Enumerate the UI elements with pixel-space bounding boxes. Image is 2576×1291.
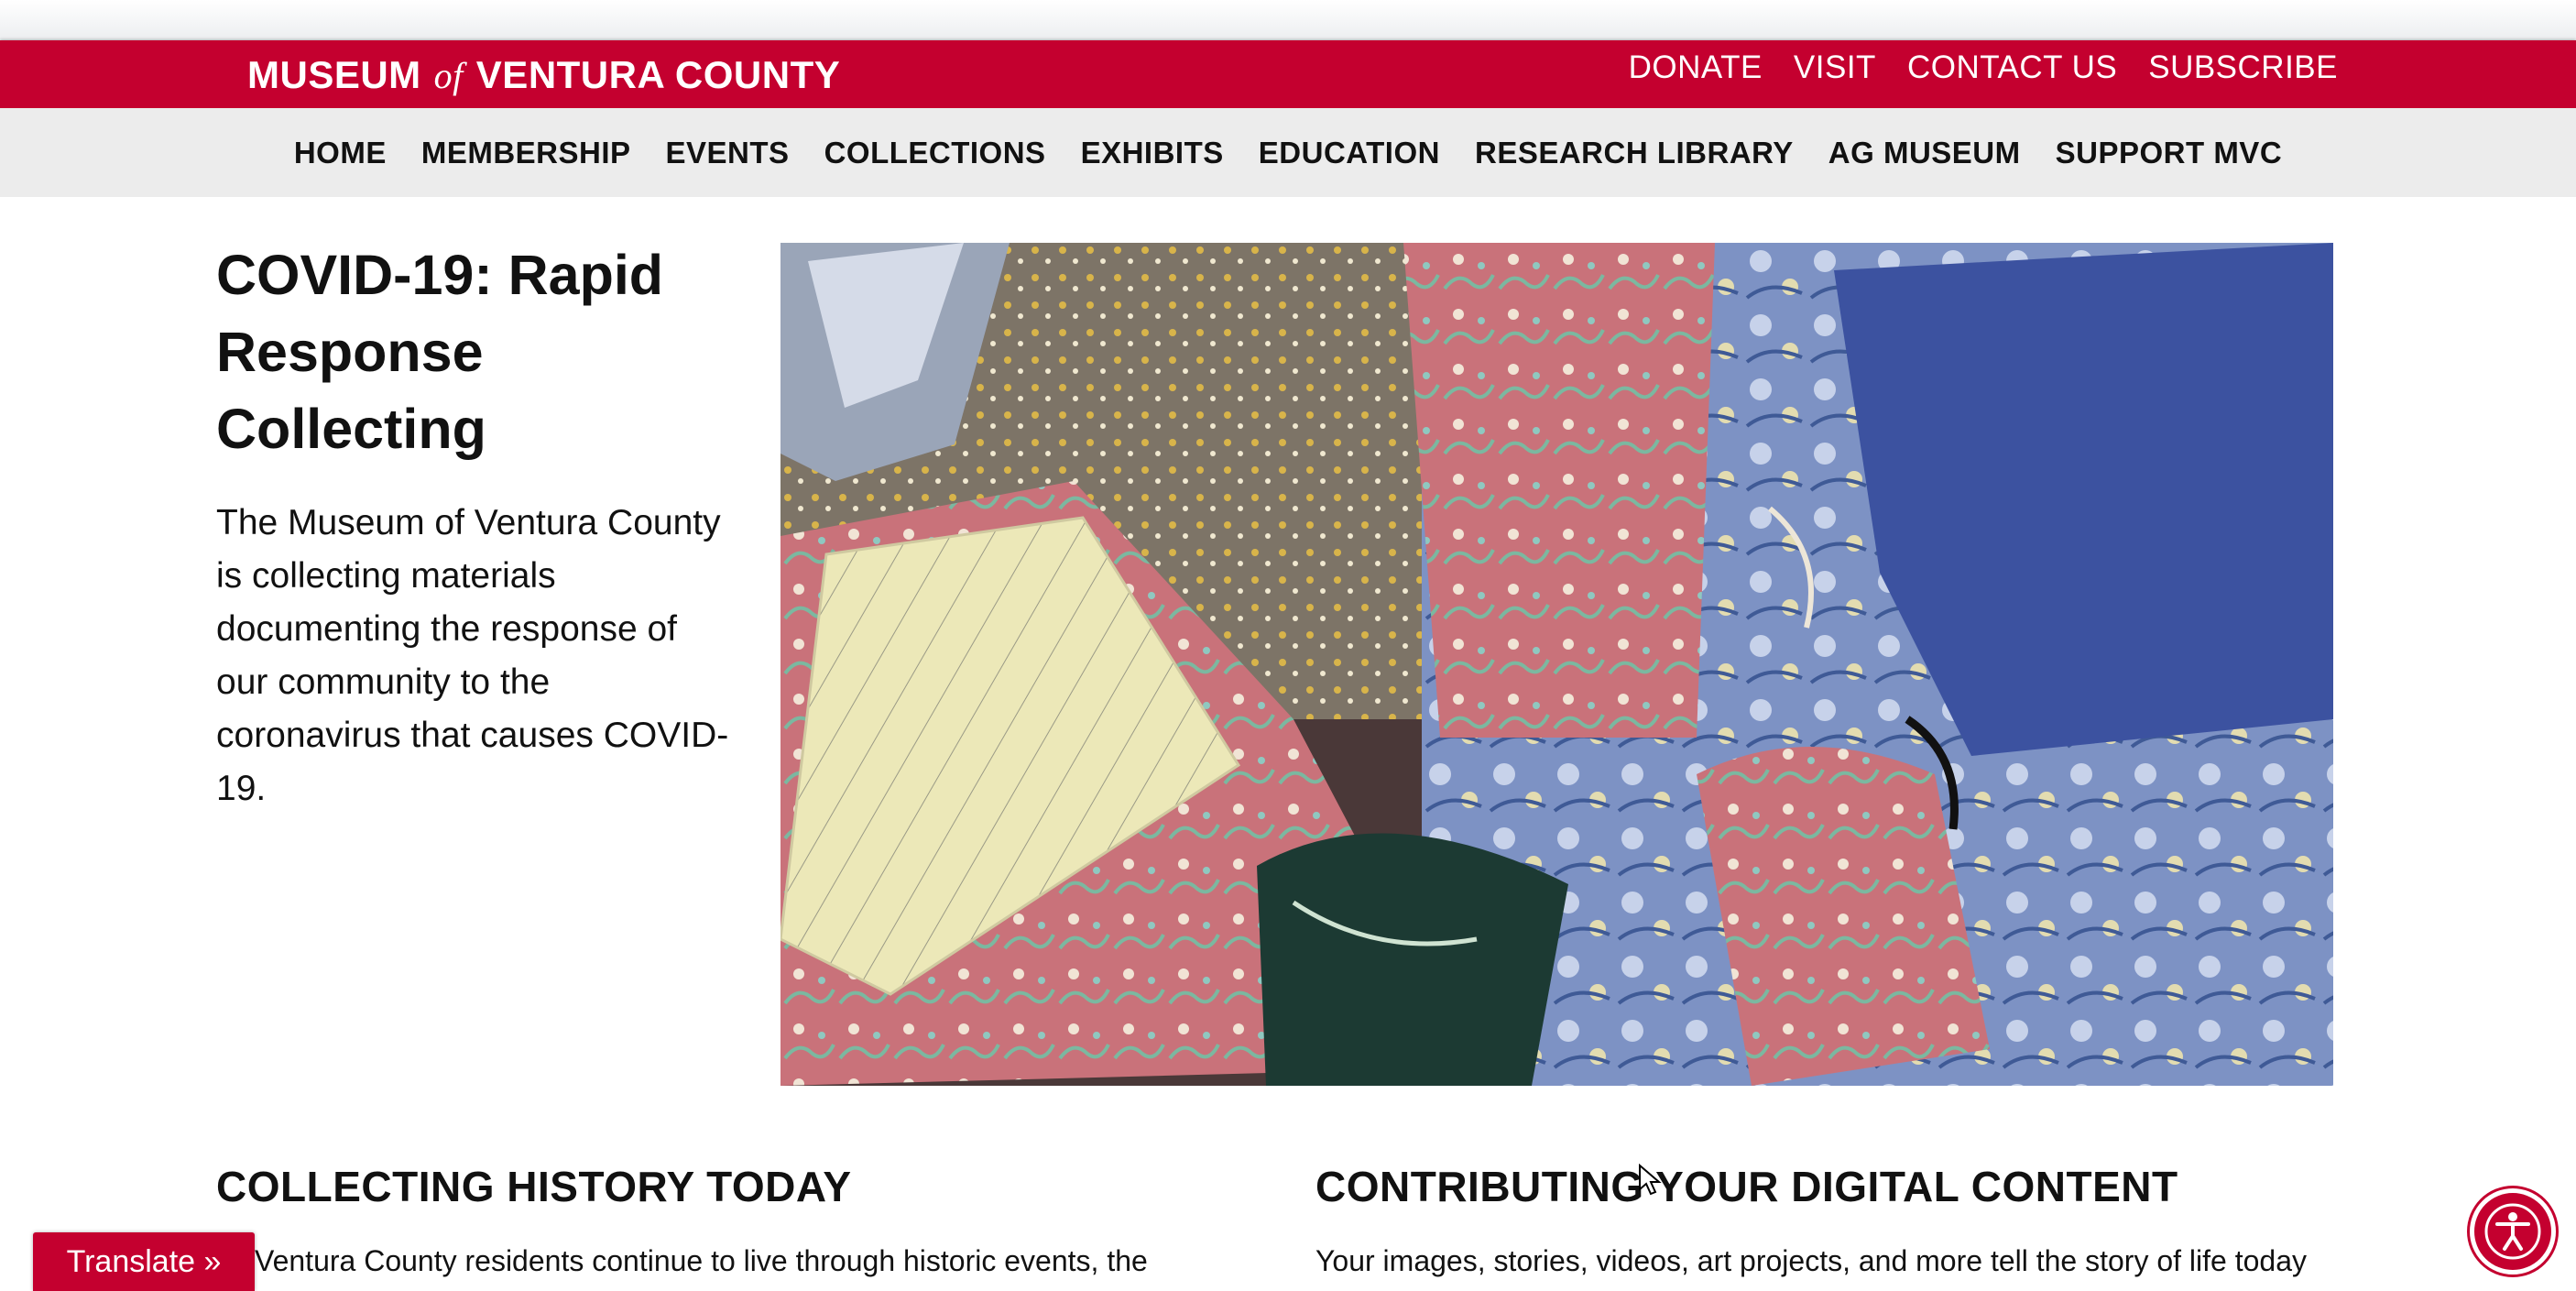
logo-text-museum: MUSEUM bbox=[247, 53, 421, 96]
section-title-collecting-history: COLLECTING HISTORY TODAY bbox=[216, 1163, 852, 1210]
page-title: COVID-19: Rapid Response Collecting bbox=[216, 244, 664, 460]
top-header-bar: MUSEUM of VENTURA COUNTY DONATE VISIT CONT… bbox=[0, 40, 2576, 108]
translate-button[interactable]: Translate » bbox=[33, 1232, 255, 1291]
hero-description: The Museum of Ventura County is collecti… bbox=[216, 503, 729, 808]
nav-events[interactable]: EVENTS bbox=[666, 136, 790, 170]
util-nav-visit[interactable]: VISIT bbox=[1794, 49, 1876, 86]
nav-membership[interactable]: MEMBERSHIP bbox=[421, 136, 631, 170]
browser-top-gap bbox=[0, 0, 2576, 40]
nav-research-library[interactable]: RESEARCH LIBRARY bbox=[1475, 136, 1794, 170]
logo-text-of: of bbox=[433, 55, 464, 96]
util-nav-subscribe[interactable]: SUBSCRIBE bbox=[2148, 49, 2338, 86]
nav-exhibits[interactable]: EXHIBITS bbox=[1081, 136, 1224, 170]
logo-text-ventura-county: VENTURA COUNTY bbox=[475, 53, 841, 96]
site-logo[interactable]: MUSEUM of VENTURA COUNTY bbox=[247, 53, 840, 97]
mouse-cursor-icon bbox=[1639, 1164, 1662, 1196]
hero-image-fabric-masks bbox=[780, 243, 2333, 1086]
section-text-collecting-history: Ventura County residents continue to liv… bbox=[255, 1244, 1148, 1277]
utility-nav: DONATE VISIT CONTACT US SUBSCRIBE bbox=[1629, 49, 2338, 86]
util-nav-contact-us[interactable]: CONTACT US bbox=[1907, 49, 2117, 86]
nav-education[interactable]: EDUCATION bbox=[1259, 136, 1440, 170]
util-nav-donate[interactable]: DONATE bbox=[1629, 49, 1763, 86]
accessibility-icon bbox=[2484, 1203, 2541, 1260]
accessibility-button[interactable] bbox=[2470, 1188, 2556, 1275]
nav-collections[interactable]: COLLECTIONS bbox=[824, 136, 1046, 170]
nav-ag-museum[interactable]: AG MUSEUM bbox=[1828, 136, 2021, 170]
nav-home[interactable]: HOME bbox=[294, 136, 387, 170]
main-nav: HOME MEMBERSHIP EVENTS COLLECTIONS EXHIB… bbox=[0, 108, 2576, 197]
section-title-contributing-digital: CONTRIBUTING YOUR DIGITAL CONTENT bbox=[1315, 1163, 2178, 1210]
nav-support-mvc[interactable]: SUPPORT MVC bbox=[2056, 136, 2283, 170]
section-text-contributing-digital: Your images, stories, videos, art projec… bbox=[1315, 1244, 2307, 1277]
masks-illustration bbox=[780, 243, 2333, 1086]
